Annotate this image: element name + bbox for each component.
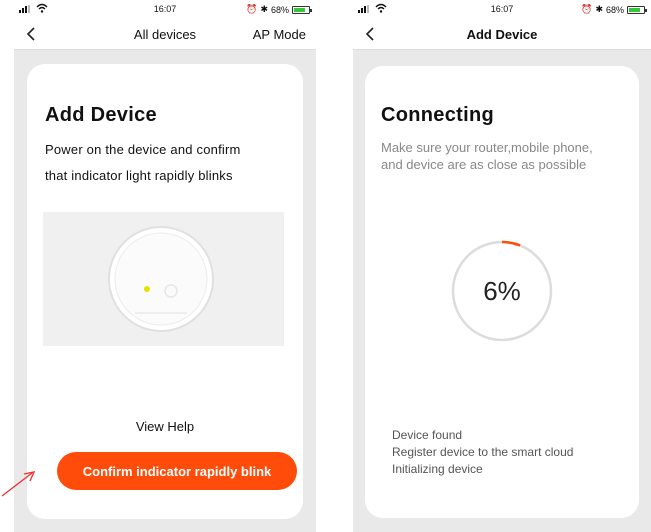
phone-screen-right: 16:07 ⏰ ✱ 68% Add Device Connecting Make…: [353, 0, 651, 532]
view-help-link[interactable]: View Help: [27, 419, 303, 434]
connection-steps: Device found Register device to the smar…: [392, 427, 573, 478]
instruction-line-2: that indicator light rapidly blinks: [45, 168, 233, 183]
ap-mode-button[interactable]: AP Mode: [253, 27, 306, 42]
step-item: Device found: [392, 428, 463, 442]
bluetooth-icon: ✱: [595, 4, 603, 14]
red-arrow-icon: [1, 471, 36, 497]
confirm-blink-button[interactable]: Confirm indicator rapidly blink: [57, 452, 297, 490]
nav-bar: All devices AP Mode: [14, 18, 316, 50]
step-item: Initializing device: [392, 462, 483, 476]
alarm-icon: ⏰: [581, 4, 593, 14]
status-bar: 16:07 ⏰ ✱ 68%: [353, 0, 651, 18]
device-image: [108, 226, 214, 332]
nav-title: Add Device: [466, 27, 538, 42]
add-device-card: Add Device Power on the device and confi…: [27, 64, 303, 519]
instruction-text: Power on the device and confirm that ind…: [45, 137, 295, 189]
battery-percent: 68%: [270, 4, 289, 15]
page-title: Connecting: [381, 104, 494, 126]
bluetooth-icon: ✱: [260, 4, 268, 14]
proximity-hint: Make sure your router,mobile phone, and …: [381, 139, 631, 173]
device-illustration: [43, 212, 284, 346]
hint-line-2: and device are as close as possible: [381, 157, 587, 172]
battery-icon: [292, 5, 312, 14]
battery-icon: [627, 5, 647, 14]
page-title: Add Device: [45, 104, 157, 126]
indicator-light: [144, 286, 150, 292]
hint-line-1: Make sure your router,mobile phone,: [381, 140, 593, 155]
status-bar: 16:07 ⏰ ✱ 68%: [14, 0, 316, 18]
progress-percent: 6%: [483, 276, 521, 306]
progress-ring: 6%: [451, 240, 553, 342]
alarm-icon: ⏰: [246, 4, 258, 14]
instruction-line-1: Power on the device and confirm: [45, 142, 241, 157]
step-item: Register device to the smart cloud: [392, 445, 574, 459]
battery-percent: 68%: [605, 4, 624, 15]
nav-bar: Add Device: [353, 18, 651, 50]
phone-screen-left: 16:07 ⏰ ✱ 68% All devices AP Mode Add De…: [14, 0, 316, 532]
connecting-card: Connecting Make sure your router,mobile …: [365, 66, 639, 518]
